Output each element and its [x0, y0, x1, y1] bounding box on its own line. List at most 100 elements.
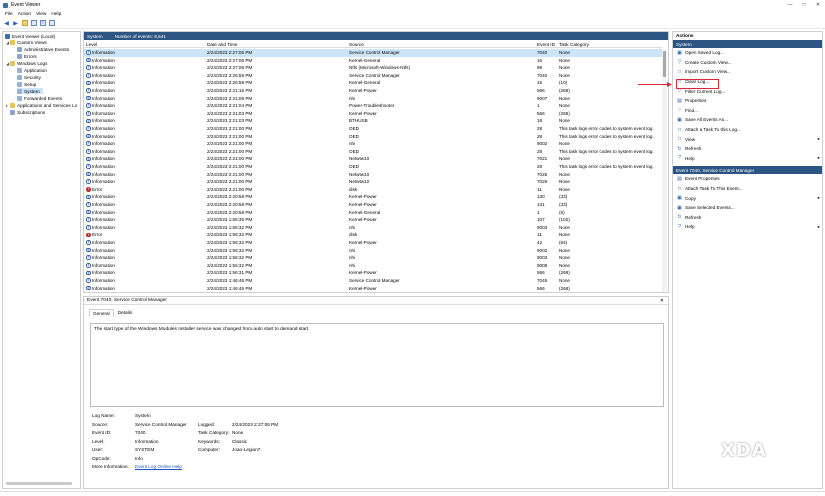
- back-arrow-icon[interactable]: ◀: [3, 20, 10, 27]
- table-row[interactable]: i Information 2/24/2023 2:21:03 PM BTHUSB 18…: [84, 117, 662, 125]
- cell-id: 7021: [537, 156, 548, 162]
- event-action-event-properties[interactable]: ▤ Event Properties: [673, 174, 822, 184]
- event-count: Number of events: 8,641: [114, 33, 166, 39]
- table-row[interactable]: i Information 2/24/2023 1:56:32 PM nhi 9003 N…: [84, 224, 662, 232]
- action-properties[interactable]: ▤ Properties: [673, 96, 822, 106]
- action-import-custom-view[interactable]: □ Import Custom View...: [673, 67, 822, 77]
- action-find[interactable]: ○ Find...: [673, 106, 822, 116]
- tab-general[interactable]: General: [89, 309, 114, 317]
- event-action-save-selected-events[interactable]: ▣ Save Selected Events...: [673, 203, 822, 213]
- table-row[interactable]: i Information 2/24/2023 2:26:59 PM Service …: [84, 72, 662, 80]
- tree-application[interactable]: Application: [17, 67, 47, 73]
- information-icon: i: [86, 126, 91, 131]
- tree-horizontal-scrollbar[interactable]: [6, 482, 72, 485]
- table-row[interactable]: i Information 2/24/2023 1:56:32 PM nhi 9003 N…: [84, 254, 662, 262]
- table-row[interactable]: ! Error 2/24/2023 2:21:00 PM disk 11 None: [84, 186, 662, 194]
- action-open-saved-log[interactable]: ▣ Open Saved Log...: [673, 48, 822, 58]
- help-icon[interactable]: ?: [39, 20, 46, 27]
- cell-level: Information: [92, 270, 115, 276]
- table-row[interactable]: i Information 2/24/2023 2:21:00 PM Netwtw10…: [84, 155, 662, 163]
- event-action-attach-task-to-this-event[interactable]: □ Attach Task To This Event...: [673, 184, 822, 194]
- action-pane-icon[interactable]: [48, 20, 55, 27]
- table-row[interactable]: i Information 2/24/2023 1:56:31 PM Kernel-P…: [84, 269, 662, 277]
- minimize-icon[interactable]: —: [783, 0, 797, 10]
- table-row[interactable]: i Information 2/24/2023 2:21:00 PM OED 28 Thi…: [84, 125, 662, 133]
- table-row[interactable]: i Information 2/24/2023 2:20:58 PM Kernel-G…: [84, 209, 662, 217]
- tree-errors[interactable]: Errors: [17, 53, 37, 59]
- action-save-all-events-as[interactable]: ▣ Save All Events As...: [673, 115, 822, 125]
- column-source[interactable]: Source: [349, 42, 364, 47]
- close-icon[interactable]: ✕: [660, 298, 664, 304]
- cell-id: 107: [537, 217, 545, 223]
- tree-custom-views[interactable]: ◢ Custom Views: [6, 40, 47, 46]
- table-row[interactable]: i Information 2/24/2023 2:21:00 PM nhi 9002 N…: [84, 140, 662, 148]
- event-action-help[interactable]: ? Help ▸: [673, 222, 822, 232]
- table-row[interactable]: i Information 2/24/2023 2:20:58 PM Kernel-P…: [84, 193, 662, 201]
- tree-subscriptions[interactable]: Subscriptions: [6, 109, 45, 115]
- action-attach-a-task-to-this-log[interactable]: □ Attach a Task To this Log...: [673, 125, 822, 135]
- keywords-label: Keywords:: [198, 438, 220, 444]
- tree-administrative-events[interactable]: Administrative Events: [17, 47, 69, 53]
- table-row[interactable]: i Information 2/24/2023 1:46:46 PM Service …: [84, 277, 662, 285]
- cell-level: Information: [92, 217, 115, 223]
- scrollbar-thumb[interactable]: [663, 51, 666, 77]
- table-row[interactable]: i Information 2/24/2023 2:21:08 PM nhi 9007 N…: [84, 95, 662, 103]
- table-row[interactable]: i Information 2/24/2023 1:56:32 PM nhi 9002 N…: [84, 247, 662, 255]
- action-refresh[interactable]: ↻ Refresh: [673, 144, 822, 154]
- action-view[interactable]: □ View ▸: [673, 134, 822, 144]
- table-row[interactable]: i Information 2/24/2023 1:56:32 PM Kernel-P…: [84, 239, 662, 247]
- menu-file[interactable]: File: [5, 12, 13, 17]
- table-row[interactable]: i Information 2/24/2023 2:27:06 PM Ntfs (Mi…: [84, 64, 662, 72]
- table-row[interactable]: i Information 2/24/2023 2:21:03 PM Kernel-P…: [84, 110, 662, 118]
- tab-details[interactable]: Details: [115, 309, 135, 317]
- console-tree-icon[interactable]: [30, 20, 37, 27]
- actions-section-system[interactable]: System: [673, 40, 822, 48]
- column-level[interactable]: Level: [86, 42, 97, 47]
- column-event-id[interactable]: Event ID: [537, 42, 555, 47]
- cell-level: Information: [92, 50, 115, 55]
- tree-windows-logs[interactable]: ◢ Windows Logs: [6, 60, 47, 66]
- event-action-refresh[interactable]: ↻ Refresh: [673, 213, 822, 223]
- tree-root[interactable]: Event Viewer (Local): [5, 33, 55, 39]
- action-help[interactable]: ? Help ▸: [673, 154, 822, 164]
- menu-action[interactable]: Action: [18, 12, 31, 17]
- cell-id: 9008: [537, 262, 548, 268]
- cell-id: 28: [537, 164, 543, 169]
- tree-apps-services[interactable]: ▸ Applications and Services Lo: [6, 102, 77, 108]
- table-row[interactable]: i Information 2/24/2023 2:27:06 PM Service …: [84, 49, 662, 57]
- tree-setup[interactable]: Setup: [17, 81, 36, 87]
- table-row[interactable]: i Information 2/24/2023 2:21:00 PM Netwtw10…: [84, 171, 662, 179]
- table-row[interactable]: i Information 2/24/2023 2:20:58 PM Kernel-P…: [84, 201, 662, 209]
- tree-security[interactable]: Security: [17, 74, 41, 80]
- events-panel: System Number of events: 8,641 Level Dat…: [83, 31, 669, 293]
- maximize-icon[interactable]: □: [797, 0, 811, 10]
- table-row[interactable]: i Information 2/24/2023 2:27:06 PM Kernel-G…: [84, 57, 662, 65]
- event-log-online-help-link[interactable]: Event Log Online Help: [135, 464, 182, 469]
- table-row[interactable]: i Information 2/24/2023 2:21:15 PM Kernel-P…: [84, 87, 662, 95]
- table-row[interactable]: i Information 2/24/2023 2:21:00 PM OED 28 Thi…: [84, 148, 662, 156]
- menu-view[interactable]: View: [36, 12, 46, 17]
- menu-help[interactable]: Help: [51, 12, 61, 17]
- table-row[interactable]: ! Error 2/24/2023 1:56:32 PM disk 11 None: [84, 231, 662, 239]
- tree-system[interactable]: System: [17, 88, 43, 94]
- close-icon[interactable]: ✕: [811, 0, 825, 10]
- table-row[interactable]: i Information 2/24/2023 1:56:32 PM nhi 9008 N…: [84, 262, 662, 270]
- cell-task: (268): [559, 110, 570, 116]
- table-row[interactable]: i Information 2/24/2023 2:21:00 PM OED 28 Thi…: [84, 163, 662, 171]
- table-row[interactable]: i Information 2/24/2023 2:26:58 PM Kernel-G…: [84, 79, 662, 87]
- cell-task: (5): [559, 209, 565, 215]
- event-action-copy[interactable]: ▣ Copy ▸: [673, 193, 822, 203]
- table-row[interactable]: i Information 2/24/2023 1:46:46 PM Kernel-P…: [84, 285, 662, 293]
- forward-arrow-icon[interactable]: ▶: [12, 20, 19, 27]
- action-create-custom-view[interactable]: ▽ Create Custom View...: [673, 58, 822, 68]
- folder-icon[interactable]: [21, 20, 28, 27]
- tree-forwarded-events[interactable]: Forwarded Events: [17, 95, 62, 101]
- table-row[interactable]: i Information 2/24/2023 2:21:04 PM Power-Tr…: [84, 102, 662, 110]
- table-row[interactable]: i Information 2/24/2023 2:21:00 PM Netwtw10…: [84, 178, 662, 186]
- column-date[interactable]: Date and Time: [207, 42, 238, 47]
- actions-section-event[interactable]: Event 7040, Service Control Manager: [673, 166, 822, 175]
- column-task-category[interactable]: Task Category: [559, 42, 589, 47]
- table-row[interactable]: i Information 2/24/2023 1:56:35 PM Kernel-P…: [84, 216, 662, 224]
- cell-date: 2/24/2023 2:21:15 PM: [207, 88, 253, 93]
- table-row[interactable]: i Information 2/24/2023 2:21:00 PM OED 28 Thi…: [84, 133, 662, 141]
